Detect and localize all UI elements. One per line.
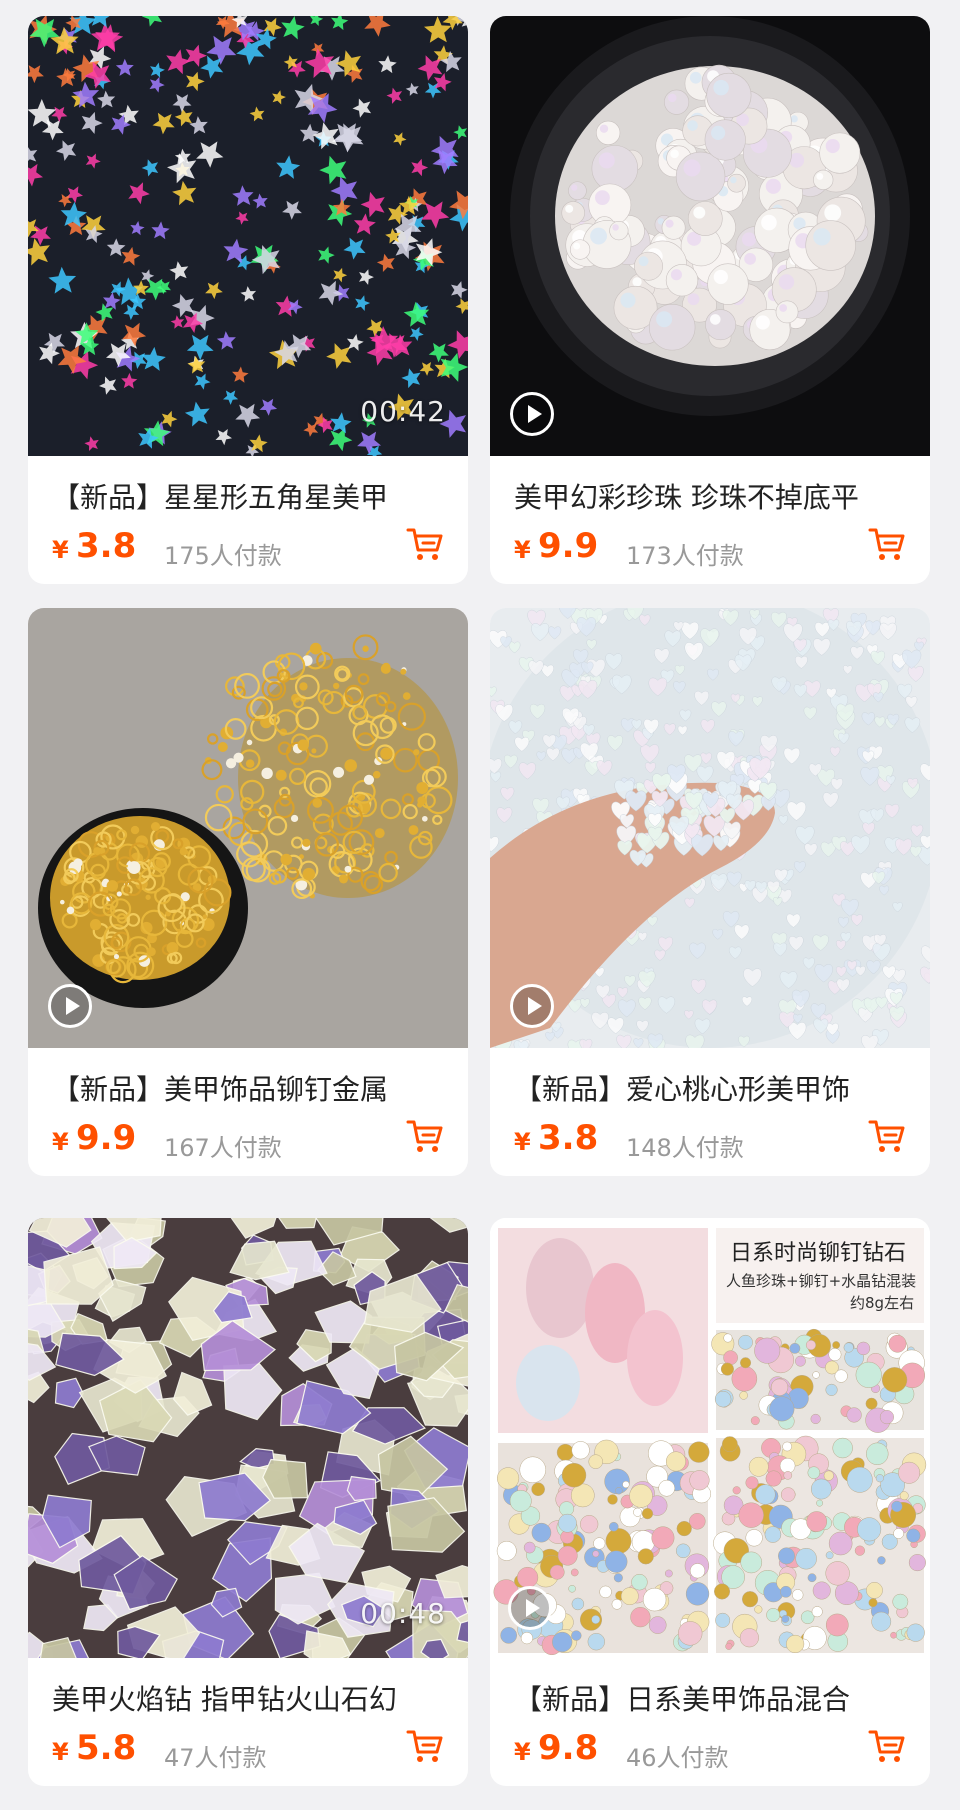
product-image[interactable]: 00:42	[28, 16, 468, 456]
product-title[interactable]: 【新品】星星形五角星美甲	[52, 478, 444, 518]
product-image[interactable]: 日系时尚铆钉钻石 人鱼珍珠+铆钉+水晶钻混装 约8g左右	[490, 1218, 930, 1658]
product-card[interactable]: 日系时尚铆钉钻石 人鱼珍珠+铆钉+水晶钻混装 约8g左右 【新品】日系美甲饰品混…	[490, 1218, 930, 1786]
product-image[interactable]	[490, 16, 930, 456]
price-row: ¥ 9.9 167人付款	[52, 1116, 444, 1176]
product-card[interactable]: 美甲幻彩珍珠 珍珠不掉底平 ¥ 9.9 173人付款	[490, 16, 930, 584]
star-glitter-image	[28, 16, 468, 456]
pearls-jar-image	[490, 16, 930, 456]
currency-symbol: ¥	[52, 1738, 69, 1766]
currency-symbol: ¥	[514, 536, 531, 564]
shopping-cart-icon[interactable]	[868, 1118, 906, 1154]
play-icon[interactable]	[508, 1586, 552, 1630]
currency-symbol: ¥	[52, 536, 69, 564]
product-price: 5.8	[76, 1728, 137, 1768]
overlay-subtitle: 人鱼珍珠+铆钉+水晶钻混装	[726, 1272, 916, 1290]
sales-count: 47人付款	[164, 1744, 267, 1772]
product-card[interactable]: 【新品】美甲饰品铆钉金属 ¥ 9.9 167人付款	[28, 608, 468, 1176]
product-card[interactable]: 【新品】爱心桃心形美甲饰 ¥ 3.8 148人付款	[490, 608, 930, 1176]
product-price: 3.8	[76, 526, 137, 566]
price-row: ¥ 3.8 175人付款	[52, 524, 444, 584]
play-icon[interactable]	[48, 984, 92, 1028]
currency-symbol: ¥	[514, 1738, 531, 1766]
product-image[interactable]	[490, 608, 930, 1048]
video-duration: 00:42	[360, 395, 446, 428]
product-card[interactable]: 00:42 【新品】星星形五角星美甲 ¥ 3.8 175人付款	[28, 16, 468, 584]
overlay-weight: 约8g左右	[850, 1294, 914, 1312]
play-icon[interactable]	[510, 392, 554, 436]
sales-count: 173人付款	[626, 542, 744, 570]
video-duration: 00:48	[360, 1597, 446, 1630]
sales-count: 175人付款	[164, 542, 282, 570]
heart-glitter-image	[490, 608, 930, 1048]
price-row: ¥ 3.8 148人付款	[514, 1116, 906, 1176]
product-price: 9.9	[76, 1118, 137, 1158]
product-image[interactable]: 00:48	[28, 1218, 468, 1658]
product-title[interactable]: 【新品】爱心桃心形美甲饰	[514, 1070, 906, 1110]
sales-count: 148人付款	[626, 1134, 744, 1162]
shopping-cart-icon[interactable]	[406, 1118, 444, 1154]
shopping-cart-icon[interactable]	[406, 526, 444, 562]
product-title[interactable]: 美甲幻彩珍珠 珍珠不掉底平	[514, 478, 906, 518]
product-grid: 00:42 【新品】星星形五角星美甲 ¥ 3.8 175人付款 美甲幻彩珍珠 珍…	[0, 0, 960, 1810]
gold-studs-image	[28, 608, 468, 1048]
price-row: ¥ 9.9 173人付款	[514, 524, 906, 584]
play-icon[interactable]	[510, 984, 554, 1028]
overlay-title: 日系时尚铆钉钻石	[730, 1241, 906, 1266]
product-title[interactable]: 美甲火焰钻 指甲钻火山石幻	[52, 1680, 444, 1720]
price-row: ¥ 5.8 47人付款	[52, 1726, 444, 1786]
shopping-cart-icon[interactable]	[868, 526, 906, 562]
currency-symbol: ¥	[52, 1128, 69, 1156]
product-price: 9.8	[538, 1728, 599, 1768]
shopping-cart-icon[interactable]	[406, 1728, 444, 1764]
shopping-cart-icon[interactable]	[868, 1728, 906, 1764]
product-price: 9.9	[538, 526, 599, 566]
crystal-rhinestones-image	[28, 1218, 468, 1658]
product-card[interactable]: 00:48 美甲火焰钻 指甲钻火山石幻 ¥ 5.8 47人付款	[28, 1218, 468, 1786]
currency-symbol: ¥	[514, 1128, 531, 1156]
sales-count: 46人付款	[626, 1744, 729, 1772]
price-row: ¥ 9.8 46人付款	[514, 1726, 906, 1786]
product-title[interactable]: 【新品】美甲饰品铆钉金属	[52, 1070, 444, 1110]
product-price: 3.8	[538, 1118, 599, 1158]
product-title[interactable]: 【新品】日系美甲饰品混合	[514, 1680, 906, 1720]
product-image[interactable]	[28, 608, 468, 1048]
mixed-decor-collage-image: 日系时尚铆钉钻石 人鱼珍珠+铆钉+水晶钻混装 约8g左右	[490, 1218, 930, 1658]
sales-count: 167人付款	[164, 1134, 282, 1162]
